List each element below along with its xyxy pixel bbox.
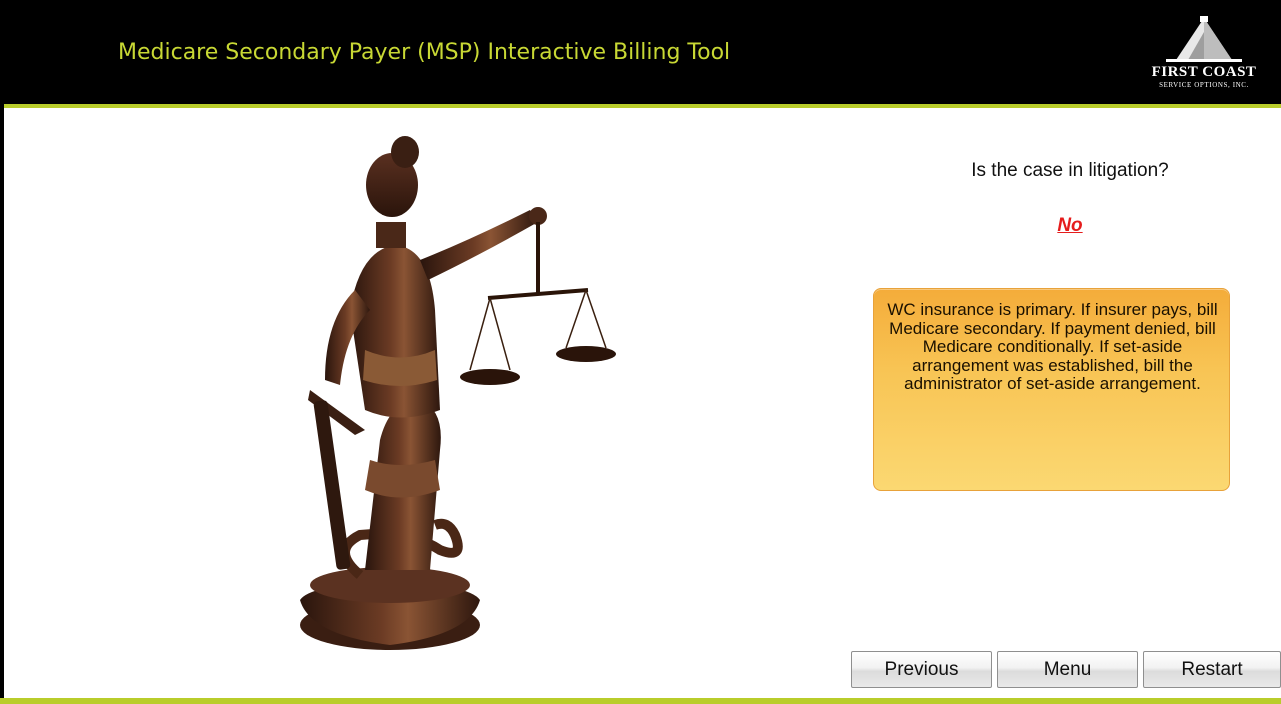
- company-logo: FIRST COAST SERVICE OPTIONS, INC.: [1136, 14, 1272, 94]
- footer-accent-line: [0, 698, 1281, 704]
- previous-button[interactable]: Previous: [851, 651, 992, 688]
- result-box: WC insurance is primary. If insurer pays…: [873, 288, 1230, 491]
- question-text: Is the case in litigation?: [971, 160, 1169, 181]
- app-title: Medicare Secondary Payer (MSP) Interacti…: [118, 40, 731, 65]
- result-text: WC insurance is primary. If insurer pays…: [887, 300, 1218, 393]
- restart-button[interactable]: Restart: [1143, 651, 1281, 688]
- app-window: Medicare Secondary Payer (MSP) Interacti…: [0, 0, 1281, 704]
- header-bar: Medicare Secondary Payer (MSP) Interacti…: [0, 0, 1281, 104]
- lady-justice-statue-icon: [270, 130, 630, 660]
- logo-name: FIRST COAST: [1151, 64, 1257, 80]
- answer-link[interactable]: No: [900, 215, 1240, 237]
- menu-button[interactable]: Menu: [997, 651, 1138, 688]
- lighthouse-sail-logo-icon: [1166, 16, 1242, 62]
- logo-subtitle: SERVICE OPTIONS, INC.: [1159, 81, 1249, 89]
- left-border: [0, 0, 4, 704]
- header-accent-line: [0, 104, 1281, 108]
